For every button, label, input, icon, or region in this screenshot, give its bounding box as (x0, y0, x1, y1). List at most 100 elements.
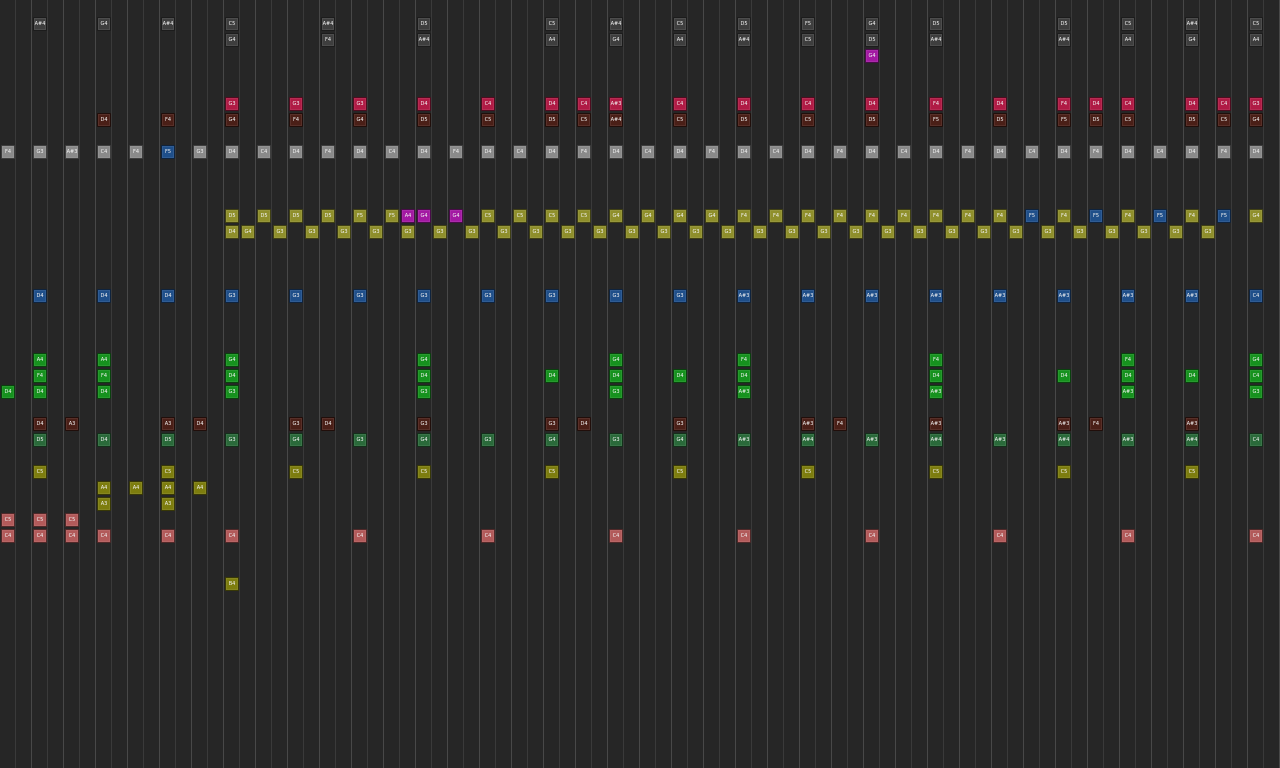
note-block[interactable]: D5 (1057, 17, 1071, 31)
note-block[interactable]: D4 (545, 145, 559, 159)
note-block[interactable]: C4 (1249, 529, 1263, 543)
note-block[interactable]: D4 (225, 225, 239, 239)
note-block[interactable]: A#3 (993, 433, 1007, 447)
note-block[interactable]: C4 (97, 529, 111, 543)
note-block[interactable]: A#3 (1121, 385, 1135, 399)
note-block[interactable]: C5 (33, 465, 47, 479)
note-block[interactable]: F4 (961, 209, 975, 223)
note-block[interactable]: A4 (161, 481, 175, 495)
note-block[interactable]: G3 (289, 417, 303, 431)
note-block[interactable]: G3 (689, 225, 703, 239)
note-block[interactable]: D5 (929, 17, 943, 31)
note-block[interactable]: F4 (929, 209, 943, 223)
note-block[interactable]: F4 (1185, 209, 1199, 223)
note-block[interactable]: F4 (161, 113, 175, 127)
note-block[interactable]: G3 (753, 225, 767, 239)
note-block[interactable]: A4 (401, 209, 415, 223)
note-block[interactable]: F4 (897, 209, 911, 223)
note-block[interactable]: G3 (1201, 225, 1215, 239)
note-block[interactable]: G3 (593, 225, 607, 239)
note-block[interactable]: A#4 (161, 17, 175, 31)
note-block[interactable]: G3 (1009, 225, 1023, 239)
note-block[interactable]: D4 (737, 145, 751, 159)
note-block[interactable]: D5 (1185, 113, 1199, 127)
note-block[interactable]: G3 (417, 385, 431, 399)
note-block[interactable]: D5 (417, 17, 431, 31)
note-block[interactable]: A#4 (321, 17, 335, 31)
note-block[interactable]: F5 (1217, 209, 1231, 223)
note-block[interactable]: C4 (1217, 97, 1231, 111)
note-block[interactable]: G3 (1073, 225, 1087, 239)
note-block[interactable]: A4 (97, 481, 111, 495)
note-block[interactable]: G3 (1169, 225, 1183, 239)
note-block[interactable]: G3 (305, 225, 319, 239)
note-block[interactable]: D5 (161, 433, 175, 447)
note-block[interactable]: C5 (225, 17, 239, 31)
note-block[interactable]: G3 (353, 97, 367, 111)
note-block[interactable]: G3 (369, 225, 383, 239)
note-block[interactable]: F4 (737, 353, 751, 367)
note-block[interactable]: C5 (545, 17, 559, 31)
note-block[interactable]: F5 (929, 113, 943, 127)
note-block[interactable]: D4 (161, 289, 175, 303)
note-block[interactable]: D4 (673, 369, 687, 383)
note-block[interactable]: F4 (289, 113, 303, 127)
note-block[interactable]: D4 (1089, 97, 1103, 111)
note-block[interactable]: A#3 (1121, 433, 1135, 447)
note-block[interactable]: D5 (737, 113, 751, 127)
note-block[interactable]: D5 (257, 209, 271, 223)
note-block[interactable]: C5 (33, 513, 47, 527)
note-block[interactable]: F4 (1217, 145, 1231, 159)
note-block[interactable]: G3 (337, 225, 351, 239)
note-block[interactable]: F4 (833, 145, 847, 159)
note-block[interactable]: A#4 (609, 113, 623, 127)
note-block[interactable]: D4 (1185, 369, 1199, 383)
note-block[interactable]: C5 (481, 113, 495, 127)
note-block[interactable]: G3 (481, 433, 495, 447)
note-block[interactable]: G3 (273, 225, 287, 239)
note-block[interactable]: A#3 (1121, 289, 1135, 303)
note-block[interactable]: A#3 (65, 145, 79, 159)
note-block[interactable]: D4 (1057, 369, 1071, 383)
note-block[interactable]: C5 (1121, 17, 1135, 31)
note-block[interactable]: A3 (161, 417, 175, 431)
note-block[interactable]: G3 (545, 289, 559, 303)
note-block[interactable]: C4 (225, 529, 239, 543)
note-block[interactable]: A#3 (929, 417, 943, 431)
note-block[interactable]: D4 (1121, 145, 1135, 159)
note-block[interactable]: A#3 (1185, 289, 1199, 303)
note-block[interactable]: C5 (673, 465, 687, 479)
note-block[interactable]: D4 (1185, 145, 1199, 159)
note-block[interactable]: A4 (129, 481, 143, 495)
note-block[interactable]: G3 (625, 225, 639, 239)
note-block[interactable]: A#4 (801, 433, 815, 447)
note-block[interactable]: F4 (33, 369, 47, 383)
note-block[interactable]: C4 (161, 529, 175, 543)
note-block[interactable]: F4 (1057, 209, 1071, 223)
note-block[interactable]: G4 (673, 433, 687, 447)
note-block[interactable]: G4 (225, 33, 239, 47)
note-block[interactable]: A#3 (737, 433, 751, 447)
note-block[interactable]: C5 (1121, 113, 1135, 127)
note-block[interactable]: G4 (417, 209, 431, 223)
note-block[interactable]: D4 (33, 385, 47, 399)
note-block[interactable]: C4 (481, 529, 495, 543)
note-block[interactable]: D4 (673, 145, 687, 159)
note-block[interactable]: G4 (865, 49, 879, 63)
note-block[interactable]: G3 (225, 433, 239, 447)
note-block[interactable]: C4 (577, 97, 591, 111)
note-block[interactable]: D4 (929, 145, 943, 159)
note-block[interactable]: G3 (225, 385, 239, 399)
note-block[interactable]: A#3 (929, 385, 943, 399)
note-block[interactable]: F4 (705, 145, 719, 159)
note-block[interactable]: G3 (609, 289, 623, 303)
note-block[interactable]: B4 (225, 577, 239, 591)
note-block[interactable]: F4 (577, 145, 591, 159)
note-block[interactable]: G3 (561, 225, 575, 239)
note-block[interactable]: G4 (289, 433, 303, 447)
note-block[interactable]: G3 (225, 289, 239, 303)
note-block[interactable]: C5 (1, 513, 15, 527)
note-block[interactable]: A4 (1121, 33, 1135, 47)
note-block[interactable]: D4 (33, 289, 47, 303)
note-block[interactable]: G3 (353, 433, 367, 447)
